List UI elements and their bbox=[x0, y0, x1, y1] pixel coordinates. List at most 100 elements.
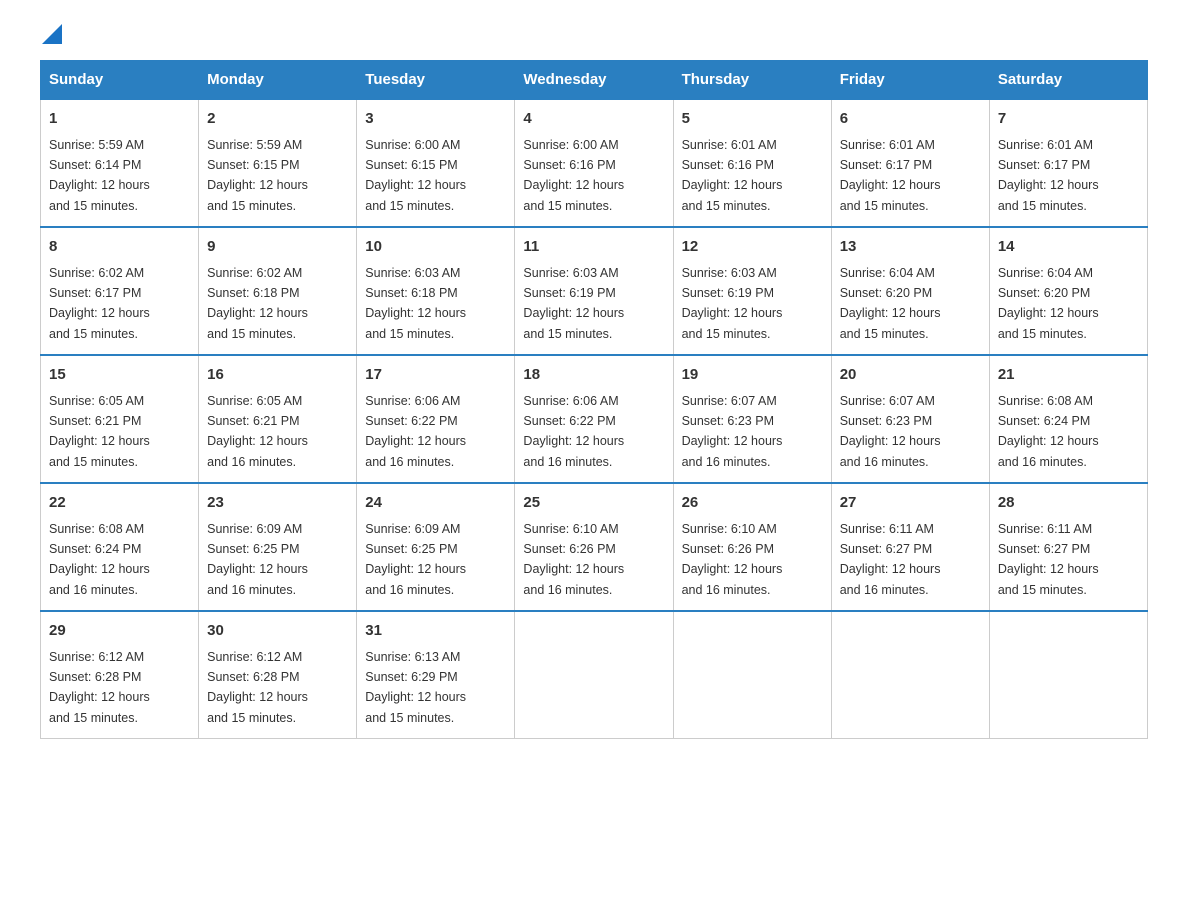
day-info: Sunrise: 6:12 AMSunset: 6:28 PMDaylight:… bbox=[207, 650, 308, 725]
day-info: Sunrise: 6:09 AMSunset: 6:25 PMDaylight:… bbox=[207, 522, 308, 597]
day-info: Sunrise: 6:05 AMSunset: 6:21 PMDaylight:… bbox=[49, 394, 150, 469]
day-number: 1 bbox=[49, 108, 190, 131]
calendar-cell: 22 Sunrise: 6:08 AMSunset: 6:24 PMDaylig… bbox=[41, 483, 199, 611]
day-number: 21 bbox=[998, 364, 1139, 387]
day-info: Sunrise: 6:11 AMSunset: 6:27 PMDaylight:… bbox=[840, 522, 941, 597]
day-info: Sunrise: 6:03 AMSunset: 6:18 PMDaylight:… bbox=[365, 266, 466, 341]
calendar-cell: 14 Sunrise: 6:04 AMSunset: 6:20 PMDaylig… bbox=[989, 227, 1147, 355]
day-info: Sunrise: 6:04 AMSunset: 6:20 PMDaylight:… bbox=[998, 266, 1099, 341]
day-number: 9 bbox=[207, 236, 348, 259]
calendar-week-row: 15 Sunrise: 6:05 AMSunset: 6:21 PMDaylig… bbox=[41, 355, 1148, 483]
day-number: 30 bbox=[207, 620, 348, 643]
calendar-cell bbox=[673, 611, 831, 739]
day-number: 19 bbox=[682, 364, 823, 387]
weekday-header-saturday: Saturday bbox=[989, 61, 1147, 100]
calendar-cell: 4 Sunrise: 6:00 AMSunset: 6:16 PMDayligh… bbox=[515, 99, 673, 227]
day-info: Sunrise: 6:09 AMSunset: 6:25 PMDaylight:… bbox=[365, 522, 466, 597]
day-info: Sunrise: 6:12 AMSunset: 6:28 PMDaylight:… bbox=[49, 650, 150, 725]
day-info: Sunrise: 6:03 AMSunset: 6:19 PMDaylight:… bbox=[523, 266, 624, 341]
calendar-table: SundayMondayTuesdayWednesdayThursdayFrid… bbox=[40, 60, 1148, 739]
calendar-cell: 31 Sunrise: 6:13 AMSunset: 6:29 PMDaylig… bbox=[357, 611, 515, 739]
day-number: 6 bbox=[840, 108, 981, 131]
calendar-cell: 23 Sunrise: 6:09 AMSunset: 6:25 PMDaylig… bbox=[199, 483, 357, 611]
calendar-cell: 25 Sunrise: 6:10 AMSunset: 6:26 PMDaylig… bbox=[515, 483, 673, 611]
weekday-header-friday: Friday bbox=[831, 61, 989, 100]
day-number: 23 bbox=[207, 492, 348, 515]
day-info: Sunrise: 6:11 AMSunset: 6:27 PMDaylight:… bbox=[998, 522, 1099, 597]
calendar-cell: 30 Sunrise: 6:12 AMSunset: 6:28 PMDaylig… bbox=[199, 611, 357, 739]
day-info: Sunrise: 6:05 AMSunset: 6:21 PMDaylight:… bbox=[207, 394, 308, 469]
calendar-cell: 28 Sunrise: 6:11 AMSunset: 6:27 PMDaylig… bbox=[989, 483, 1147, 611]
day-number: 18 bbox=[523, 364, 664, 387]
day-info: Sunrise: 6:04 AMSunset: 6:20 PMDaylight:… bbox=[840, 266, 941, 341]
day-info: Sunrise: 6:02 AMSunset: 6:17 PMDaylight:… bbox=[49, 266, 150, 341]
day-number: 25 bbox=[523, 492, 664, 515]
day-number: 11 bbox=[523, 236, 664, 259]
day-number: 5 bbox=[682, 108, 823, 131]
calendar-cell: 11 Sunrise: 6:03 AMSunset: 6:19 PMDaylig… bbox=[515, 227, 673, 355]
day-number: 24 bbox=[365, 492, 506, 515]
calendar-cell: 19 Sunrise: 6:07 AMSunset: 6:23 PMDaylig… bbox=[673, 355, 831, 483]
calendar-cell: 9 Sunrise: 6:02 AMSunset: 6:18 PMDayligh… bbox=[199, 227, 357, 355]
weekday-header-row: SundayMondayTuesdayWednesdayThursdayFrid… bbox=[41, 61, 1148, 100]
calendar-cell: 13 Sunrise: 6:04 AMSunset: 6:20 PMDaylig… bbox=[831, 227, 989, 355]
day-info: Sunrise: 6:06 AMSunset: 6:22 PMDaylight:… bbox=[523, 394, 624, 469]
day-number: 2 bbox=[207, 108, 348, 131]
day-info: Sunrise: 6:01 AMSunset: 6:16 PMDaylight:… bbox=[682, 138, 783, 213]
day-info: Sunrise: 6:01 AMSunset: 6:17 PMDaylight:… bbox=[840, 138, 941, 213]
day-number: 28 bbox=[998, 492, 1139, 515]
day-number: 4 bbox=[523, 108, 664, 131]
day-number: 29 bbox=[49, 620, 190, 643]
day-number: 20 bbox=[840, 364, 981, 387]
calendar-cell: 8 Sunrise: 6:02 AMSunset: 6:17 PMDayligh… bbox=[41, 227, 199, 355]
calendar-cell bbox=[515, 611, 673, 739]
day-info: Sunrise: 5:59 AMSunset: 6:14 PMDaylight:… bbox=[49, 138, 150, 213]
calendar-cell: 26 Sunrise: 6:10 AMSunset: 6:26 PMDaylig… bbox=[673, 483, 831, 611]
day-info: Sunrise: 6:08 AMSunset: 6:24 PMDaylight:… bbox=[998, 394, 1099, 469]
day-info: Sunrise: 6:13 AMSunset: 6:29 PMDaylight:… bbox=[365, 650, 466, 725]
day-info: Sunrise: 6:00 AMSunset: 6:15 PMDaylight:… bbox=[365, 138, 466, 213]
calendar-week-row: 29 Sunrise: 6:12 AMSunset: 6:28 PMDaylig… bbox=[41, 611, 1148, 739]
day-info: Sunrise: 6:03 AMSunset: 6:19 PMDaylight:… bbox=[682, 266, 783, 341]
logo-triangle-icon bbox=[42, 24, 62, 44]
day-number: 26 bbox=[682, 492, 823, 515]
page-header bbox=[40, 30, 1148, 40]
calendar-cell: 1 Sunrise: 5:59 AMSunset: 6:14 PMDayligh… bbox=[41, 99, 199, 227]
calendar-cell: 3 Sunrise: 6:00 AMSunset: 6:15 PMDayligh… bbox=[357, 99, 515, 227]
day-info: Sunrise: 6:07 AMSunset: 6:23 PMDaylight:… bbox=[840, 394, 941, 469]
day-number: 31 bbox=[365, 620, 506, 643]
day-info: Sunrise: 6:01 AMSunset: 6:17 PMDaylight:… bbox=[998, 138, 1099, 213]
day-info: Sunrise: 6:07 AMSunset: 6:23 PMDaylight:… bbox=[682, 394, 783, 469]
day-info: Sunrise: 6:10 AMSunset: 6:26 PMDaylight:… bbox=[682, 522, 783, 597]
day-info: Sunrise: 6:10 AMSunset: 6:26 PMDaylight:… bbox=[523, 522, 624, 597]
day-number: 7 bbox=[998, 108, 1139, 131]
calendar-cell: 17 Sunrise: 6:06 AMSunset: 6:22 PMDaylig… bbox=[357, 355, 515, 483]
calendar-cell: 24 Sunrise: 6:09 AMSunset: 6:25 PMDaylig… bbox=[357, 483, 515, 611]
day-info: Sunrise: 6:00 AMSunset: 6:16 PMDaylight:… bbox=[523, 138, 624, 213]
weekday-header-monday: Monday bbox=[199, 61, 357, 100]
day-info: Sunrise: 6:08 AMSunset: 6:24 PMDaylight:… bbox=[49, 522, 150, 597]
day-number: 15 bbox=[49, 364, 190, 387]
calendar-cell: 12 Sunrise: 6:03 AMSunset: 6:19 PMDaylig… bbox=[673, 227, 831, 355]
calendar-cell: 29 Sunrise: 6:12 AMSunset: 6:28 PMDaylig… bbox=[41, 611, 199, 739]
day-number: 10 bbox=[365, 236, 506, 259]
calendar-cell: 6 Sunrise: 6:01 AMSunset: 6:17 PMDayligh… bbox=[831, 99, 989, 227]
calendar-cell: 7 Sunrise: 6:01 AMSunset: 6:17 PMDayligh… bbox=[989, 99, 1147, 227]
calendar-cell: 18 Sunrise: 6:06 AMSunset: 6:22 PMDaylig… bbox=[515, 355, 673, 483]
calendar-cell: 27 Sunrise: 6:11 AMSunset: 6:27 PMDaylig… bbox=[831, 483, 989, 611]
day-number: 27 bbox=[840, 492, 981, 515]
calendar-week-row: 22 Sunrise: 6:08 AMSunset: 6:24 PMDaylig… bbox=[41, 483, 1148, 611]
calendar-cell: 16 Sunrise: 6:05 AMSunset: 6:21 PMDaylig… bbox=[199, 355, 357, 483]
weekday-header-sunday: Sunday bbox=[41, 61, 199, 100]
day-info: Sunrise: 5:59 AMSunset: 6:15 PMDaylight:… bbox=[207, 138, 308, 213]
day-info: Sunrise: 6:06 AMSunset: 6:22 PMDaylight:… bbox=[365, 394, 466, 469]
weekday-header-thursday: Thursday bbox=[673, 61, 831, 100]
day-info: Sunrise: 6:02 AMSunset: 6:18 PMDaylight:… bbox=[207, 266, 308, 341]
calendar-cell: 20 Sunrise: 6:07 AMSunset: 6:23 PMDaylig… bbox=[831, 355, 989, 483]
weekday-header-wednesday: Wednesday bbox=[515, 61, 673, 100]
calendar-cell: 15 Sunrise: 6:05 AMSunset: 6:21 PMDaylig… bbox=[41, 355, 199, 483]
calendar-cell: 2 Sunrise: 5:59 AMSunset: 6:15 PMDayligh… bbox=[199, 99, 357, 227]
calendar-cell: 5 Sunrise: 6:01 AMSunset: 6:16 PMDayligh… bbox=[673, 99, 831, 227]
day-number: 22 bbox=[49, 492, 190, 515]
calendar-cell bbox=[831, 611, 989, 739]
